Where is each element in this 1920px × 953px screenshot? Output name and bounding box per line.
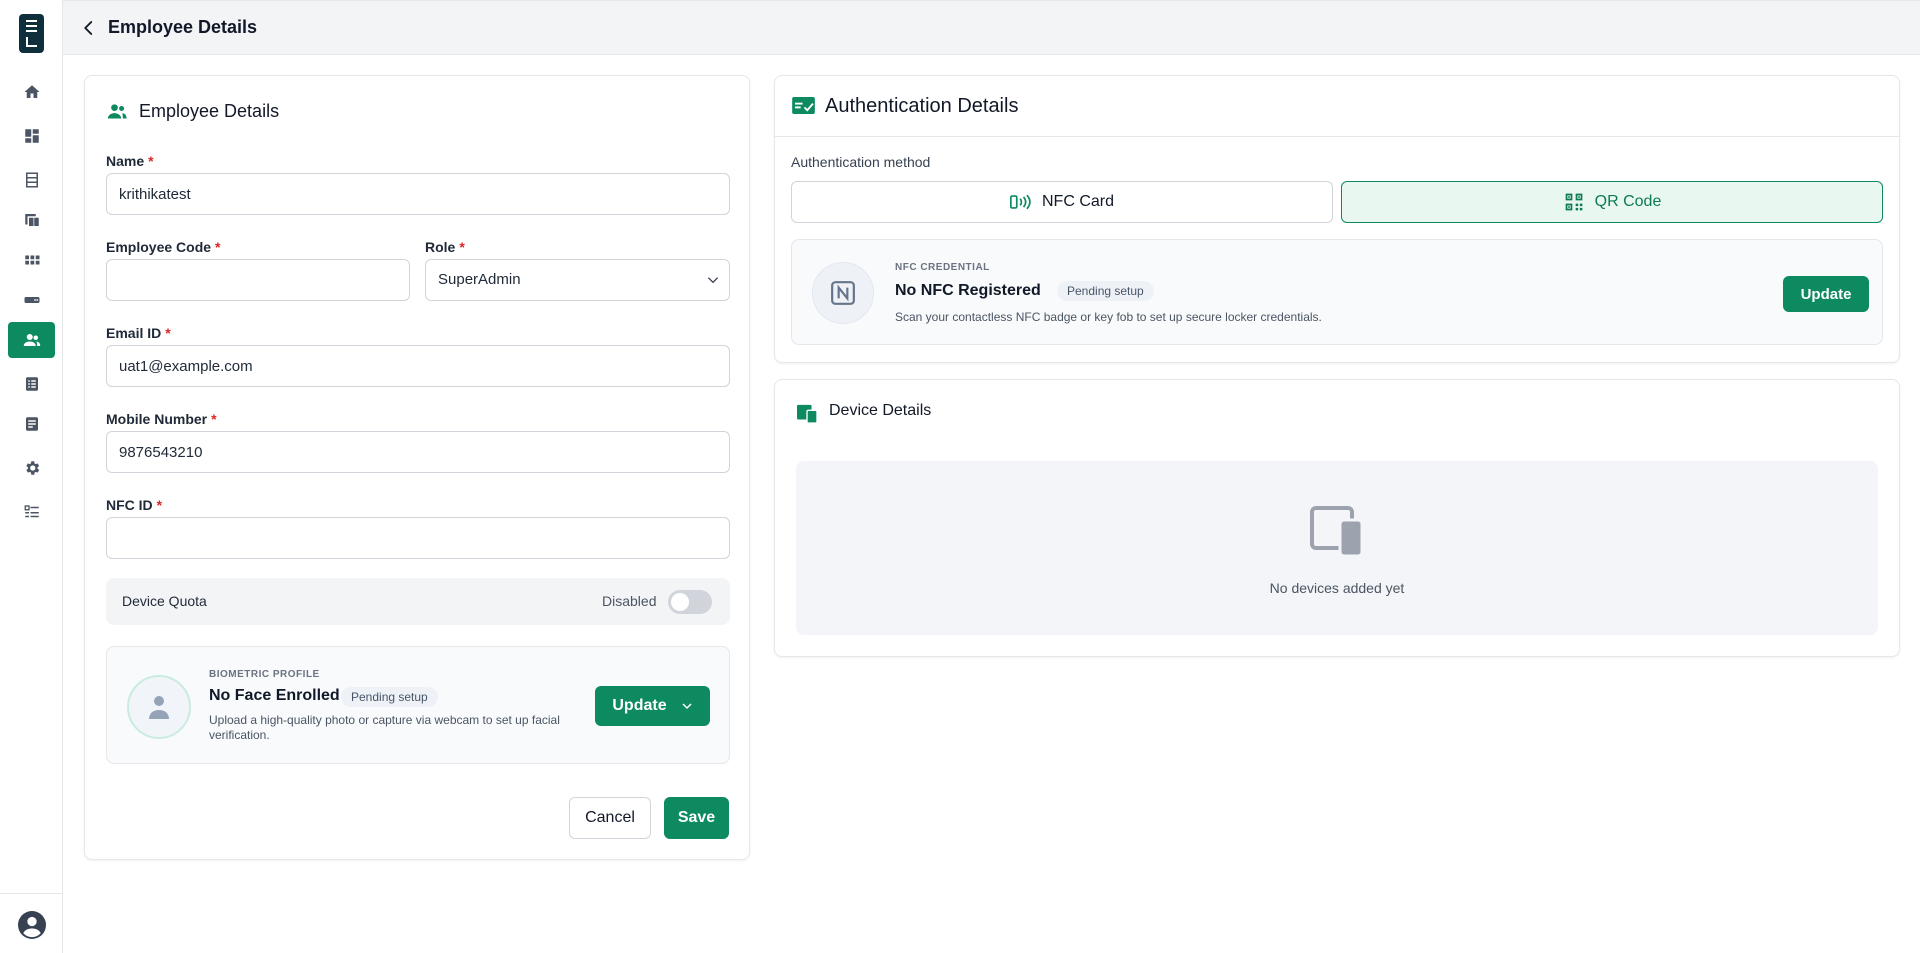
name-label: Name * [106,153,154,169]
sidebar-item-grid[interactable] [8,242,55,278]
device-quota-row: Device Quota Disabled [106,578,730,625]
sidebar-item-home[interactable] [8,74,55,110]
dashboard-icon [24,129,39,143]
nfc-id-input[interactable] [106,517,730,559]
biometric-description: Upload a high-quality photo or capture v… [209,713,560,742]
devices-icon [24,214,39,226]
sidebar-item-users[interactable] [8,322,55,358]
sidebar [0,0,63,953]
authentication-details-card: Authentication Details Authentication me… [774,75,1900,363]
person-icon [149,696,169,719]
qr-code-method-button[interactable]: QR Code [1341,181,1883,223]
grid-icon [24,255,39,265]
users-icon [107,104,127,119]
gear-icon [25,461,39,475]
face-avatar [127,675,191,739]
sidebar-divider [0,893,63,894]
nfc-id-label: NFC ID * [106,497,163,513]
mobile-input[interactable] [106,431,730,473]
role-select[interactable]: SuperAdmin [425,259,730,301]
lockers-icon [25,172,38,188]
users-icon [23,334,40,346]
status-badge: Pending setup [341,687,438,707]
nfc-signal-icon [1009,194,1031,210]
sidebar-item-settings[interactable] [8,450,55,486]
devices-empty-state: No devices added yet [796,461,1878,635]
employee-details-card: Employee Details Name* Employee Code* Ro… [84,75,750,860]
chevron-down-icon [682,703,692,710]
id-card-icon [792,97,815,114]
device-quota-label: Device Quota [122,593,207,609]
qr-code-icon [1565,193,1582,211]
nfc-credential-panel: NFC CREDENTIAL No NFC Registered Pending… [791,239,1883,345]
sidebar-item-cards[interactable] [8,282,55,318]
card-title: Employee Details [139,101,280,121]
sidebar-item-devices[interactable] [8,202,55,238]
device-quota-toggle[interactable] [668,590,712,614]
sidebar-item-lockers[interactable] [8,162,55,198]
sidebar-item-checklist[interactable] [8,494,55,530]
toggle-knob [671,593,689,611]
page-header: Employee Details [63,0,1920,55]
auth-card-header: Authentication Details [775,76,1899,137]
page-title: Employee Details [108,17,258,37]
back-arrow-icon[interactable] [80,19,98,37]
checklist-icon [24,505,39,518]
nfc-icon [831,281,855,305]
biometric-update-button[interactable]: Update [595,686,710,726]
nfc-update-button[interactable]: Update [1783,276,1869,312]
nfc-caption: NFC CREDENTIAL [895,262,990,273]
empty-state-text: No devices added yet [1269,580,1405,596]
card-icon [24,297,39,303]
card-title: Device Details [829,402,932,419]
cancel-button[interactable]: Cancel [569,797,651,839]
sidebar-item-list[interactable] [8,366,55,402]
nfc-card-method-button[interactable]: NFC Card [791,181,1333,223]
list-icon [25,377,38,391]
home-icon [24,85,39,98]
employee-code-label: Employee Code * [106,239,221,255]
biometric-caption: BIOMETRIC PROFILE [209,669,320,680]
device-details-card: Device Details No devices added yet [774,379,1900,657]
app-logo[interactable] [19,14,44,53]
devices-icon [797,404,818,424]
nfc-icon-wrapper [812,262,874,324]
role-label: Role * [425,239,465,255]
devices-empty-icon [1310,506,1364,558]
nfc-description: Scan your contactless NFC badge or key f… [895,310,1322,324]
save-button[interactable]: Save [664,797,729,839]
email-input[interactable] [106,345,730,387]
card-title: Authentication Details [825,95,1019,117]
chevron-down-icon [707,277,719,284]
name-input[interactable] [106,173,730,215]
biometric-profile-panel: BIOMETRIC PROFILE No Face Enrolled Pendi… [106,646,730,764]
device-quota-state: Disabled [602,593,657,609]
sidebar-item-dashboard[interactable] [8,118,55,154]
email-label: Email ID * [106,325,171,341]
sidebar-item-reports[interactable] [8,406,55,442]
auth-method-label: Authentication method [791,154,931,170]
mobile-label: Mobile Number * [106,411,217,427]
user-avatar-icon[interactable] [18,911,46,939]
report-icon [25,417,38,431]
nfc-status: No NFC Registered [895,282,1041,299]
employee-code-input[interactable] [106,259,410,301]
status-badge: Pending setup [1057,281,1154,301]
biometric-status: No Face Enrolled [209,687,340,704]
